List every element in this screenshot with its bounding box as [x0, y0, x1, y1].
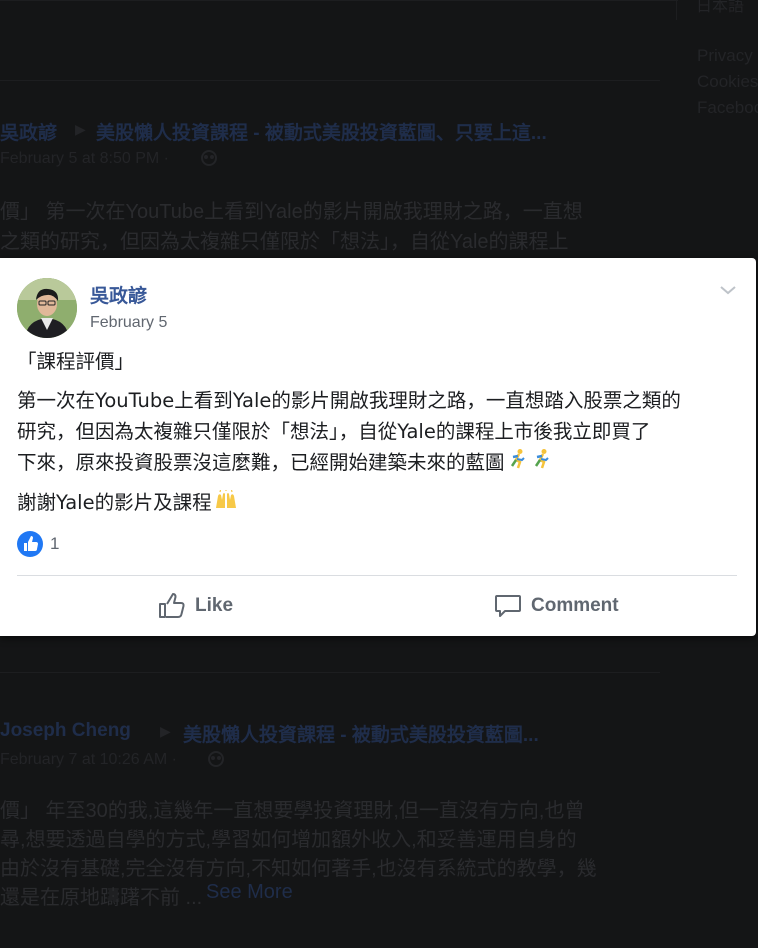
post-body-text: 下來，原來投資股票沒這麼難，已經開始建築未來的藍圖	[17, 451, 505, 474]
background-post2-meta: February 7 at 10:26 AM ·	[0, 751, 177, 768]
background-post1-group: 美股懶人投資課程 - 被動式美股投資藍圖、只要上這...	[96, 123, 547, 144]
post-title-line: 「課程評價」	[17, 350, 135, 373]
background-post1-line: 之類的研究，但因為太複雜只僅限於「想法」，自從Yale的課程上	[0, 231, 569, 253]
language-link: 日本語	[696, 0, 745, 15]
post-body-line: 下來，原來投資股票沒這麼難，已經開始建築未來的藍圖	[17, 447, 743, 479]
post-thanks-text: 謝謝Yale的影片及課程	[17, 491, 212, 514]
post-thanks-line: 謝謝Yale的影片及課程	[17, 487, 743, 519]
raised-hands-emoji	[214, 488, 238, 519]
post-card: 吳政諺 February 5 「課程評價」 第一次在YouTube上看到Yale…	[0, 258, 756, 636]
triangle-icon: ▶	[75, 121, 86, 137]
runner-emoji	[507, 448, 529, 479]
background-divider	[676, 0, 677, 20]
background-post1-meta: February 5 at 8:50 PM ·	[0, 150, 169, 167]
background-post1-author: 吳政諺	[0, 123, 58, 144]
footer-link-facebook: Facebook	[697, 98, 758, 117]
background-divider	[0, 672, 660, 673]
post-body: 「課程評價」 第一次在YouTube上看到Yale的影片開啟我理財之路，一直想踏…	[17, 346, 743, 519]
like-button[interactable]: Like	[157, 586, 233, 626]
comment-button-label: Comment	[531, 595, 619, 616]
runner-emoji	[531, 448, 553, 479]
triangle-icon: ▶	[160, 723, 171, 739]
post-author-name[interactable]: 吳政諺	[90, 281, 147, 308]
background-post2-line: 還是在原地躊躇不前 ...	[0, 887, 203, 909]
like-button-label: Like	[195, 595, 234, 616]
background-post2-line: 尋,想要透過自學的方式,學習如何增加額外收入,和妥善運用自身的	[0, 829, 577, 851]
chevron-down-icon[interactable]	[716, 280, 740, 300]
background-divider	[0, 0, 678, 1]
globe-icon	[207, 750, 225, 768]
background-post2-group: 美股懶人投資課程 - 被動式美股投資藍圖...	[183, 725, 539, 746]
globe-icon	[200, 149, 218, 167]
actions-divider	[17, 575, 737, 576]
footer-link-privacy: Privacy	[697, 46, 753, 65]
background-post1-line: 價」 第一次在YouTube上看到Yale的影片開啟我理財之路，一直想	[0, 201, 583, 223]
footer-link-cookies: Cookies	[697, 72, 758, 91]
post-body-line: 第一次在YouTube上看到Yale的影片開啟我理財之路，一直想踏入股票之類的	[17, 389, 681, 412]
background-post2-line: 價」 年至30的我,這幾年一直想要學投資理財,但一直沒有方向,也曾	[0, 800, 585, 822]
thumbs-up-icon	[159, 593, 185, 618]
reaction-count[interactable]: 1	[50, 534, 59, 554]
background-divider	[0, 80, 660, 81]
post-timestamp[interactable]: February 5	[90, 314, 167, 332]
avatar[interactable]	[17, 278, 77, 338]
background-post2-line: 由於沒有基礎,完全沒有方向,不知如何著手,也沒有系統式的教學，幾	[0, 858, 597, 880]
background-post2-author: Joseph Cheng	[0, 720, 131, 741]
comment-button[interactable]: Comment	[493, 586, 619, 626]
like-reaction-icon[interactable]	[17, 531, 43, 557]
post-body-line: 研究，但因為太複雜只僅限於「想法」，自從Yale的課程上市後我立即買了	[17, 420, 651, 443]
comment-icon	[495, 595, 521, 617]
background-see-more-link: See More	[206, 881, 293, 903]
